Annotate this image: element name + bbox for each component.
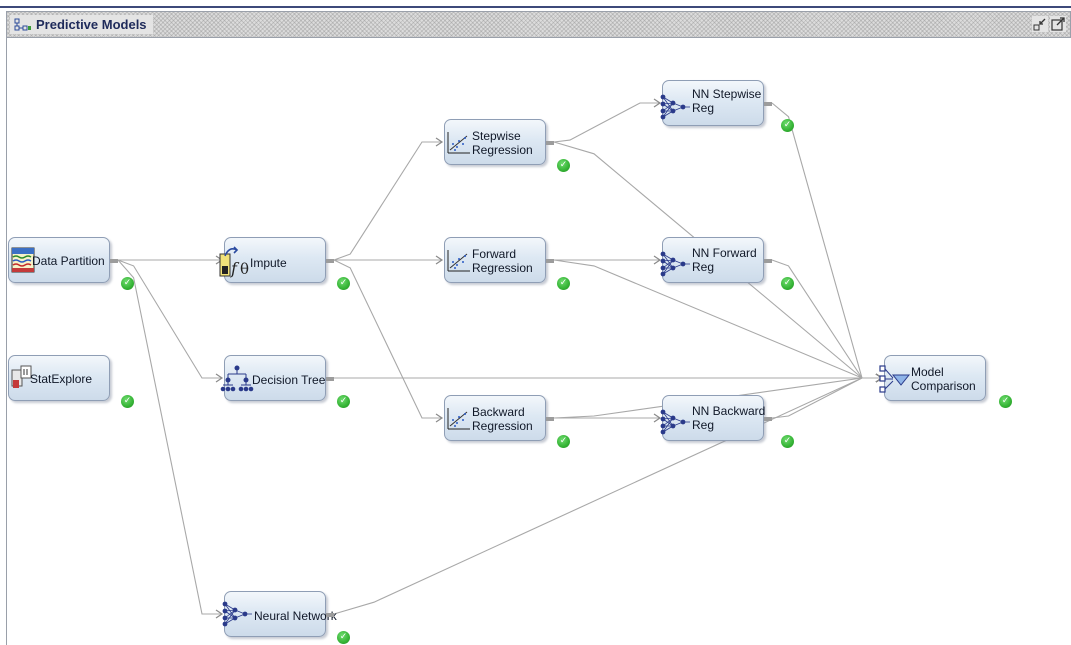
node-label: Decision Tree: [252, 373, 326, 387]
neural-network-icon: [660, 251, 690, 277]
node-nn-stepwise-reg[interactable]: NN Stepwise Reg ✓: [660, 80, 794, 132]
maximize-icon[interactable]: [1050, 16, 1066, 32]
status-check-icon: ✓: [121, 395, 134, 408]
svg-text:θ: θ: [240, 260, 249, 278]
status-check-icon: ✓: [121, 277, 134, 290]
diagram-titlebar: Predictive Models: [6, 11, 1071, 38]
status-check-icon: ✓: [781, 435, 794, 448]
node-label: Impute: [250, 256, 287, 270]
output-port[interactable]: [764, 102, 772, 106]
window-top-border: [0, 6, 1071, 8]
node-statexplore[interactable]: StatExplore ✓: [8, 355, 134, 408]
output-port[interactable]: [326, 259, 334, 263]
node-data-partition[interactable]: Data Partition ✓: [8, 237, 134, 290]
node-label: Model Comparison: [911, 365, 976, 393]
connection-line[interactable]: [333, 377, 882, 615]
neural-network-icon: [222, 601, 252, 627]
status-check-icon: ✓: [337, 395, 350, 408]
node-label: NN Stepwise Reg: [692, 87, 762, 115]
connection-line[interactable]: [117, 259, 222, 615]
node-label: NN Backward Reg: [692, 404, 766, 432]
output-port[interactable]: [326, 377, 334, 381]
output-port[interactable]: [110, 259, 118, 263]
status-check-icon: ✓: [337, 631, 350, 644]
node-label: Stepwise Regression: [472, 129, 533, 157]
node-stepwise-regression[interactable]: Stepwise Regression ✓: [444, 119, 570, 172]
node-nn-backward-reg[interactable]: NN Backward Reg ✓: [660, 395, 794, 448]
node-label: Data Partition: [32, 254, 105, 268]
connection-line[interactable]: [553, 102, 660, 143]
status-check-icon: ✓: [557, 435, 570, 448]
diagram-canvas[interactable]: Data Partition ✓ StatExplore ✓ f θ Imput…: [6, 38, 1071, 645]
output-port[interactable]: [326, 613, 334, 617]
status-check-icon: ✓: [557, 159, 570, 172]
title-area: Predictive Models: [10, 15, 153, 34]
model-comparison-icon: [879, 365, 911, 393]
regression-icon: [447, 132, 470, 154]
neural-network-icon: [660, 94, 690, 120]
output-port[interactable]: [546, 141, 554, 145]
status-check-icon: ✓: [999, 395, 1012, 408]
output-port[interactable]: [546, 259, 554, 263]
node-label: Backward Regression: [472, 405, 533, 433]
connection-line[interactable]: [333, 259, 442, 419]
status-check-icon: ✓: [781, 119, 794, 132]
window-title: Predictive Models: [36, 17, 147, 32]
decision-tree-icon: [220, 365, 254, 392]
node-model-comparison[interactable]: Model Comparison ✓: [879, 355, 1012, 408]
regression-icon: [447, 250, 470, 272]
output-port[interactable]: [546, 417, 554, 421]
diagram-icon: [14, 18, 31, 30]
minimize-icon[interactable]: [1032, 16, 1048, 32]
regression-icon: [447, 408, 470, 430]
node-decision-tree[interactable]: Decision Tree ✓: [220, 355, 350, 408]
neural-network-icon: [660, 409, 690, 435]
node-label: StatExplore: [30, 372, 93, 386]
node-forward-regression[interactable]: Forward Regression ✓: [444, 237, 570, 290]
connection-line[interactable]: [771, 102, 882, 379]
node-backward-regression[interactable]: Backward Regression ✓: [444, 395, 570, 448]
node-label: NN Forward Reg: [692, 246, 757, 274]
status-check-icon: ✓: [337, 277, 350, 290]
status-check-icon: ✓: [781, 277, 794, 290]
svg-text:f: f: [230, 259, 240, 278]
output-port[interactable]: [764, 417, 772, 421]
node-neural-network[interactable]: Neural Network ✓: [222, 591, 350, 644]
node-label: Forward Regression: [472, 247, 533, 275]
node-label: Neural Network: [254, 609, 337, 623]
connection-line[interactable]: [333, 141, 442, 261]
status-check-icon: ✓: [557, 277, 570, 290]
output-port[interactable]: [764, 259, 772, 263]
node-nn-forward-reg[interactable]: NN Forward Reg ✓: [660, 237, 794, 290]
node-impute[interactable]: f θ Impute ✓: [219, 237, 350, 290]
